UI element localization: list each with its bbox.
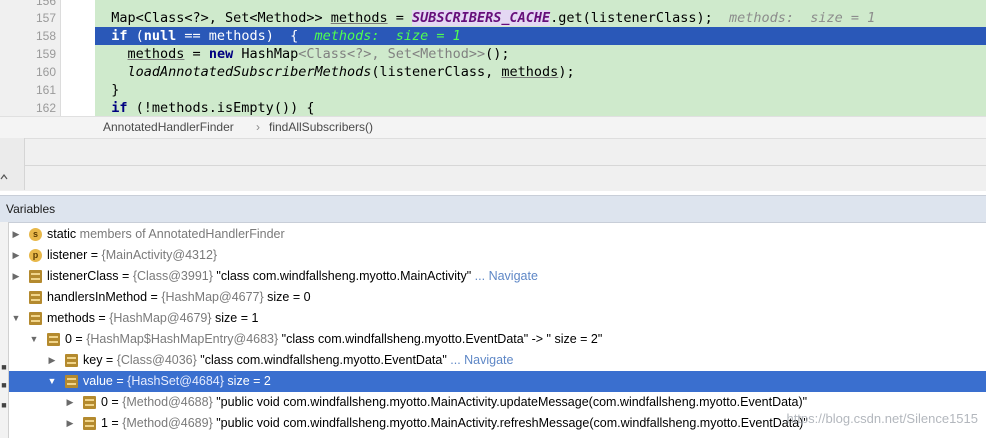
side-toolbar-icon[interactable]: ■ bbox=[0, 380, 8, 390]
code-line-162[interactable]: if (!methods.isEmpty()) { bbox=[95, 99, 986, 116]
line-number-gutter: 156 157 158 159 160 161 162 bbox=[0, 0, 61, 116]
line-number: 160 bbox=[35, 65, 56, 79]
code-line-159[interactable]: methods = new HashMap<Class<?>, Set<Meth… bbox=[95, 45, 986, 63]
field-icon bbox=[83, 417, 96, 430]
tree-row-handlersInMethod[interactable]: handlersInMethod = {HashMap@4677} size =… bbox=[9, 287, 986, 308]
field-icon bbox=[29, 312, 42, 325]
inline-value-hint: methods: size = 1 bbox=[298, 28, 461, 44]
debug-toolbar-area bbox=[0, 138, 986, 191]
code-editor[interactable]: 156 157 158 159 160 161 162 Map<Class<?>… bbox=[0, 0, 986, 116]
chevron-up-icon[interactable] bbox=[0, 170, 8, 184]
divider bbox=[0, 165, 986, 166]
code-area[interactable]: Map<Class<?>, Set<Method>> methods = SUB… bbox=[95, 0, 986, 116]
collapse-arrow-icon[interactable]: ▼ bbox=[29, 329, 39, 350]
code-line-161[interactable]: } bbox=[95, 81, 986, 99]
code-line-157[interactable]: Map<Class<?>, Set<Method>> methods = SUB… bbox=[95, 9, 986, 27]
tree-row-methods-entry-0[interactable]: ▼ 0 = {HashMap$HashMapEntry@4683} "class… bbox=[9, 329, 986, 350]
variables-title: Variables bbox=[6, 202, 56, 216]
tree-row-listener[interactable]: ▶ p listener = {MainActivity@4312} bbox=[9, 245, 986, 266]
side-toolbar-icon[interactable]: ■ bbox=[0, 400, 8, 410]
code-line-158-current[interactable]: if (null == methods) { methods: size = 1 bbox=[95, 27, 986, 45]
expand-arrow-icon[interactable]: ▶ bbox=[47, 350, 57, 371]
navigate-link[interactable]: ... Navigate bbox=[447, 353, 513, 367]
tree-row-value-0[interactable]: ▶ 0 = {Method@4688} "public void com.win… bbox=[9, 392, 986, 413]
tree-row-value-selected[interactable]: ▼ value = {HashSet@4684} size = 2 bbox=[9, 371, 986, 392]
breadcrumb-class[interactable]: AnnotatedHandlerFinder bbox=[103, 120, 234, 134]
expand-arrow-icon[interactable]: ▶ bbox=[11, 224, 21, 245]
static-icon: s bbox=[29, 228, 42, 241]
field-icon bbox=[29, 270, 42, 283]
watermark: https://blog.csdn.net/Silence1515 bbox=[786, 411, 978, 426]
parameter-icon: p bbox=[29, 249, 42, 262]
tree-row-static[interactable]: ▶ s static members of AnnotatedHandlerFi… bbox=[9, 224, 986, 245]
field-icon bbox=[29, 291, 42, 304]
line-number: 159 bbox=[35, 47, 56, 61]
expand-arrow-icon[interactable]: ▶ bbox=[11, 245, 21, 266]
tree-row-listenerClass[interactable]: ▶ listenerClass = {Class@3991} "class co… bbox=[9, 266, 986, 287]
field-icon bbox=[47, 333, 60, 346]
breadcrumb-method[interactable]: findAllSubscribers() bbox=[269, 120, 373, 134]
line-number: 161 bbox=[35, 83, 56, 97]
code-line-160[interactable]: loadAnnotatedSubscriberMethods(listenerC… bbox=[95, 63, 986, 81]
inline-value-hint: methods: size = 1 bbox=[712, 10, 876, 26]
expand-arrow-icon[interactable]: ▶ bbox=[65, 413, 75, 434]
line-number: 157 bbox=[35, 11, 56, 25]
line-number: 162 bbox=[35, 101, 56, 115]
field-icon bbox=[83, 396, 96, 409]
side-toolbar-icon[interactable]: ■ bbox=[0, 362, 8, 372]
line-number: 158 bbox=[35, 29, 56, 43]
tree-row-key[interactable]: ▶ key = {Class@4036} "class com.windfall… bbox=[9, 350, 986, 371]
variables-side-toolbar: ■ ■ ■ bbox=[0, 222, 9, 438]
field-icon bbox=[65, 375, 78, 388]
collapse-arrow-icon[interactable]: ▼ bbox=[11, 308, 21, 329]
collapse-arrow-icon[interactable]: ▼ bbox=[47, 371, 57, 392]
variables-panel-header: Variables bbox=[0, 195, 986, 223]
navigate-link[interactable]: ... Navigate bbox=[471, 269, 538, 283]
fold-column bbox=[61, 0, 95, 116]
tree-row-methods[interactable]: ▼ methods = {HashMap@4679} size = 1 bbox=[9, 308, 986, 329]
expand-arrow-icon[interactable]: ▶ bbox=[11, 266, 21, 287]
breadcrumb: AnnotatedHandlerFinder › findAllSubscrib… bbox=[0, 116, 986, 139]
breadcrumb-separator: › bbox=[256, 120, 260, 134]
expand-arrow-icon[interactable]: ▶ bbox=[65, 392, 75, 413]
field-icon bbox=[65, 354, 78, 367]
